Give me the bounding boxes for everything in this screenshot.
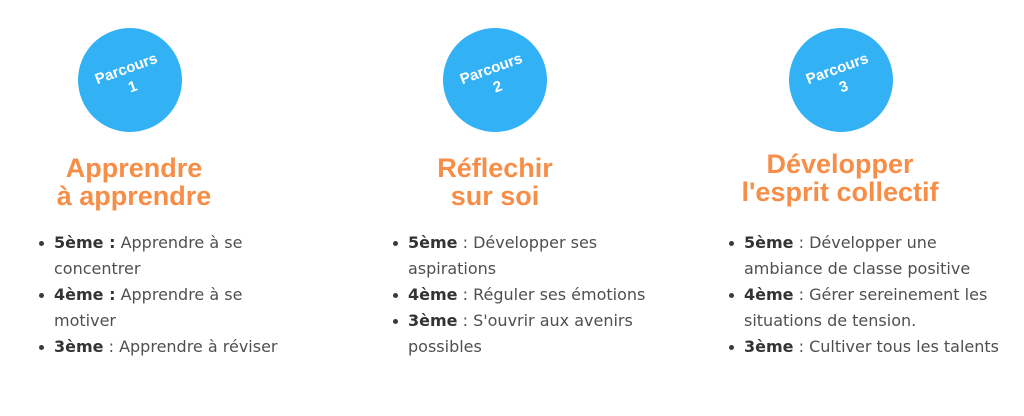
level-label: 4ème <box>408 285 458 304</box>
item-text: Cultiver tous les talents <box>809 337 999 356</box>
parcours-1-title: Apprendre à apprendre <box>44 154 224 210</box>
parcours-3-column: Parcours 3 Développer l'esprit collectif… <box>680 0 1024 416</box>
list-item: 5ème : Développer une ambiance de classe… <box>726 230 1016 282</box>
list-item: 5ème : Apprendre à se concentrer <box>36 230 306 282</box>
list-item: 3ème : Cultiver tous les talents <box>726 334 1016 360</box>
level-separator: : <box>457 233 474 252</box>
list-item: 4ème : Réguler ses émotions <box>390 282 660 308</box>
parcours-3-title: Développer l'esprit collectif <box>720 150 960 206</box>
parcours-3-title-line-1: Développer <box>766 149 914 179</box>
level-label: 4ème : <box>54 285 116 304</box>
level-label: 3ème <box>744 337 794 356</box>
item-text: Réguler ses émotions <box>473 285 646 304</box>
level-separator: : <box>793 233 810 252</box>
parcours-1-title-line-1: Apprendre <box>65 153 203 183</box>
level-label: 5ème <box>408 233 458 252</box>
parcours-3-badge-text: Parcours 3 <box>804 49 878 107</box>
level-separator: : <box>457 285 474 304</box>
level-separator: : <box>793 337 810 356</box>
item-text: Apprendre à réviser <box>119 337 278 356</box>
parcours-2-title-line-2: sur soi <box>450 181 540 211</box>
parcours-1-list: 5ème : Apprendre à se concentrer 4ème : … <box>36 230 306 360</box>
list-item: 3ème : Apprendre à réviser <box>36 334 306 360</box>
parcours-2-title-line-1: Réflechir <box>437 153 553 183</box>
level-label: 5ème <box>744 233 794 252</box>
parcours-1-badge: Parcours 1 <box>78 28 182 132</box>
level-label: 3ème <box>54 337 104 356</box>
parcours-2-column: Parcours 2 Réflechir sur soi 5ème : Déve… <box>340 0 680 416</box>
list-item: 4ème : Gérer sereinement les situations … <box>726 282 1016 334</box>
parcours-3-list: 5ème : Développer une ambiance de classe… <box>726 230 1016 360</box>
parcours-2-list: 5ème : Développer ses aspirations 4ème :… <box>390 230 660 360</box>
parcours-1-badge-text: Parcours 1 <box>93 49 167 107</box>
parcours-1-title-line-2: à apprendre <box>56 181 212 211</box>
list-item: 3ème : S'ouvrir aux avenirs possibles <box>390 308 660 360</box>
parcours-1-column: Parcours 1 Apprendre à apprendre 5ème : … <box>0 0 340 416</box>
parcours-3-badge: Parcours 3 <box>789 28 893 132</box>
parcours-3-title-line-2: l'esprit collectif <box>741 177 939 207</box>
list-item: 5ème : Développer ses aspirations <box>390 230 660 282</box>
level-separator: : <box>457 311 474 330</box>
parcours-2-badge: Parcours 2 <box>443 28 547 132</box>
level-label: 5ème : <box>54 233 116 252</box>
level-separator: : <box>793 285 810 304</box>
level-label: 4ème <box>744 285 794 304</box>
parcours-2-badge-text: Parcours 2 <box>458 49 532 107</box>
parcours-2-title: Réflechir sur soi <box>410 154 580 210</box>
level-label: 3ème <box>408 311 458 330</box>
list-item: 4ème : Apprendre à se motiver <box>36 282 306 334</box>
level-separator: : <box>103 337 120 356</box>
